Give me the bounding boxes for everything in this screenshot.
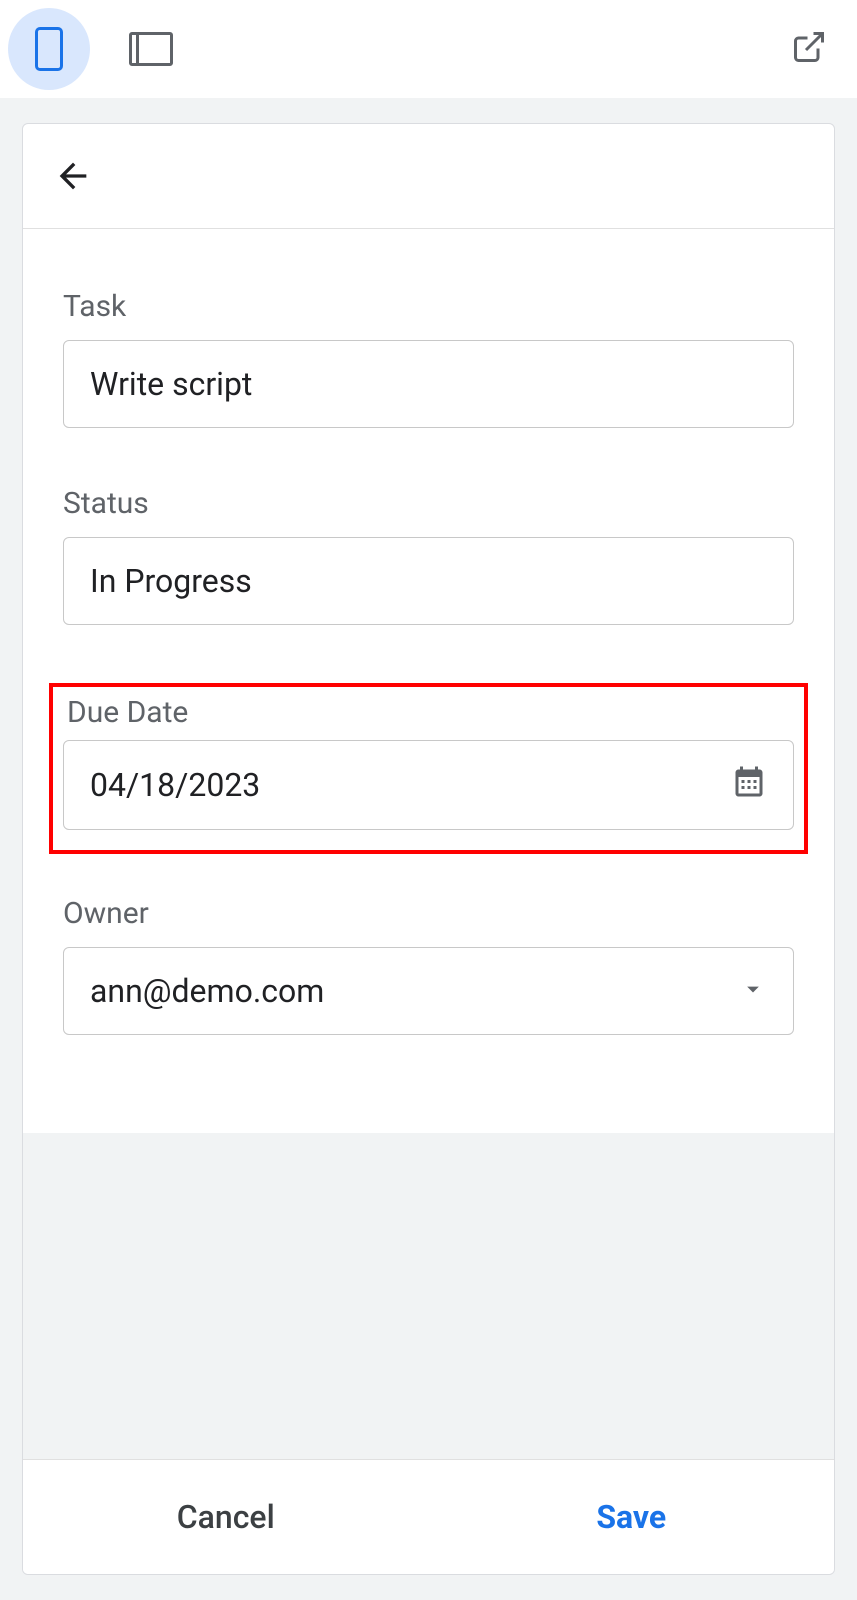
toolbar-right-group (791, 29, 827, 69)
status-input[interactable]: In Progress (63, 537, 794, 625)
calendar-icon (731, 765, 767, 805)
owner-select[interactable]: ann@demo.com (63, 947, 794, 1035)
device-toolbar (0, 0, 857, 98)
due-date-input[interactable]: 04/18/2023 (63, 740, 794, 830)
task-field: Task Write script (63, 289, 794, 428)
phone-screen: Task Write script Status In Progress Due… (22, 123, 835, 1575)
app-header (23, 124, 834, 229)
tablet-view-button[interactable] (110, 8, 192, 90)
owner-value: ann@demo.com (90, 972, 324, 1010)
form-body: Task Write script Status In Progress Due… (23, 229, 834, 1133)
chevron-down-icon (739, 975, 767, 1007)
owner-field: Owner ann@demo.com (63, 896, 794, 1035)
preview-container: Task Write script Status In Progress Due… (0, 98, 857, 1600)
footer-actions: Cancel Save (23, 1459, 834, 1574)
cancel-button[interactable]: Cancel (23, 1460, 429, 1574)
save-button[interactable]: Save (429, 1460, 835, 1574)
tablet-icon (129, 32, 173, 66)
phone-icon (35, 27, 63, 71)
toolbar-left-group (8, 8, 192, 90)
status-field: Status In Progress (63, 486, 794, 625)
due-date-label: Due Date (67, 695, 794, 730)
task-input[interactable]: Write script (63, 340, 794, 428)
back-button[interactable] (53, 156, 804, 200)
due-date-value: 04/18/2023 (90, 766, 260, 804)
open-external-button[interactable] (791, 29, 827, 69)
due-date-field-highlighted: Due Date 04/18/2023 (49, 683, 808, 854)
task-value: Write script (90, 365, 252, 403)
owner-label: Owner (63, 896, 794, 931)
status-label: Status (63, 486, 794, 521)
task-label: Task (63, 289, 794, 324)
spacer (23, 1133, 834, 1459)
status-value: In Progress (90, 562, 252, 600)
phone-view-button[interactable] (8, 8, 90, 90)
